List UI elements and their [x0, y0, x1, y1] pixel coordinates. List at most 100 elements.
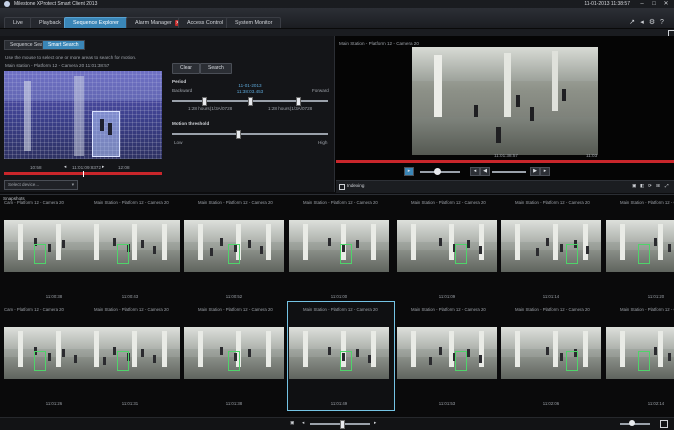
thumb-pillar — [162, 331, 167, 367]
play-forward-button[interactable]: ▶ — [530, 167, 540, 176]
thumb-person — [368, 355, 371, 363]
arrow-icon[interactable]: ↗ — [628, 19, 636, 27]
step-forward-button[interactable]: ▸ — [540, 167, 550, 176]
tab-access-control[interactable]: Access Control — [178, 17, 233, 28]
bottom-next-icon[interactable]: ▸ — [374, 420, 376, 426]
subtab-smart-search[interactable]: Smart Search — [42, 40, 85, 50]
motion-threshold-slider[interactable] — [172, 133, 328, 135]
left-timeline-cursor[interactable] — [83, 171, 84, 177]
period-center-handle[interactable] — [248, 97, 253, 106]
thumb-person — [668, 244, 671, 252]
zoom-slider[interactable] — [620, 423, 650, 425]
help-icon[interactable]: ? — [658, 19, 666, 27]
select-device-dropdown[interactable]: Select device... ▾ — [4, 180, 78, 190]
snapshot-thumbnail[interactable] — [606, 327, 674, 379]
snapshot-time: 11:01:53 — [438, 401, 456, 406]
speed-handle[interactable] — [434, 168, 441, 175]
snapshot-time: 11:00:52 — [225, 294, 243, 299]
video-person — [516, 95, 520, 107]
motion-box — [638, 351, 650, 371]
snapshot-thumbnail[interactable] — [606, 220, 674, 272]
thumb-person — [248, 240, 251, 248]
settings-icon[interactable]: ⚙ — [648, 19, 656, 27]
snapshot-thumbnail[interactable] — [80, 220, 180, 272]
play-back-button[interactable]: ◀ — [480, 167, 490, 176]
snapshot-camera-label: Main Station - Platform 12 - Camera 20 — [303, 307, 378, 312]
motion-box — [455, 351, 467, 371]
motion-box — [638, 244, 650, 264]
snapshot-thumbnail[interactable] — [501, 327, 601, 379]
snapshot-thumbnail[interactable] — [501, 220, 601, 272]
grid-view-icon[interactable] — [660, 420, 668, 428]
snapshot-thumbnail[interactable] — [184, 327, 284, 379]
tab-sequence-explorer[interactable]: Sequence Explorer — [64, 17, 128, 28]
bottom-snapshot-icon[interactable]: ▣ — [290, 420, 294, 426]
zoom-handle[interactable] — [629, 420, 635, 426]
play-mode-button[interactable]: ▸ — [404, 167, 414, 176]
nav-prev-button[interactable]: ◂ — [64, 164, 66, 170]
snapshot-thumbnail[interactable] — [184, 220, 284, 272]
thumb-pillar — [583, 224, 588, 260]
snapshot-thumbnail[interactable] — [289, 220, 389, 272]
clock: 11-01-2013 11:38:57 — [584, 1, 630, 7]
thumb-pillar — [18, 331, 23, 367]
thumb-person — [546, 238, 549, 246]
video-person — [496, 127, 501, 143]
nav-next-button[interactable]: ▸ — [102, 164, 104, 170]
thumb-person — [536, 248, 539, 256]
layout-icon[interactable]: ⊞ — [656, 183, 660, 189]
tab-live[interactable]: Live — [4, 17, 32, 28]
title-bar: Milestone XProtect Smart Client 2013 11-… — [0, 0, 674, 8]
fullscreen-icon[interactable]: ⤢ — [665, 183, 669, 188]
thumb-pillar — [162, 224, 167, 260]
video-person — [474, 105, 478, 117]
thumb-pillar — [449, 331, 454, 367]
nav-current-time: 11:01:09:8372 — [72, 165, 102, 170]
snapshot-thumbnail[interactable] — [397, 327, 497, 379]
snapshot-thumbnail[interactable] — [80, 327, 180, 379]
step-back-button[interactable]: ◂ — [470, 167, 480, 176]
thumb-person — [356, 240, 359, 248]
motion-preview[interactable] — [4, 71, 162, 159]
indexing-checkbox[interactable] — [339, 184, 345, 190]
thumb-pillar — [303, 224, 308, 260]
thumb-pillar — [266, 224, 271, 260]
snapshot-time: 11:02:14 — [647, 401, 665, 406]
motion-box — [117, 244, 129, 264]
snapshot-camera-label: Main Station - Platform 12 - Camera 20 — [620, 200, 674, 205]
bottom-prev-icon[interactable]: ◂ — [302, 420, 304, 426]
maximize-button[interactable]: □ — [648, 0, 660, 8]
search-button[interactable]: Search — [200, 63, 232, 74]
snapshot-thumbnail[interactable] — [397, 220, 497, 272]
close-button[interactable]: ✕ — [660, 0, 672, 8]
thumb-person — [467, 240, 470, 248]
tab-label: System Monitor — [235, 20, 273, 26]
back-icon[interactable]: ◂ — [638, 19, 646, 27]
tab-system-monitor[interactable]: System Monitor — [226, 17, 282, 28]
thumb-pillar — [56, 331, 61, 367]
backward-label: Backward — [172, 88, 193, 93]
export-icon[interactable]: ◧ — [640, 183, 644, 189]
bottom-timeline-handle[interactable] — [340, 420, 345, 429]
video-timeline[interactable] — [336, 160, 674, 163]
refresh-icon[interactable]: ⟳ — [648, 183, 652, 189]
motion-threshold-handle[interactable] — [235, 130, 241, 139]
thumb-person — [328, 347, 331, 355]
tab-label: Live — [13, 20, 23, 26]
snapshot-thumbnail[interactable] — [289, 327, 389, 379]
period-end-handle[interactable] — [296, 97, 301, 106]
preview-pillar — [24, 81, 31, 151]
scrub-slider[interactable] — [492, 171, 526, 173]
snapshot-icon[interactable]: ▣ — [632, 183, 636, 189]
selected-motion-region[interactable] — [92, 111, 120, 157]
thumb-wall — [606, 327, 674, 349]
thumb-pillar — [94, 224, 99, 260]
thumb-pillar — [132, 331, 137, 367]
video-frame[interactable] — [412, 47, 598, 155]
thumb-person — [479, 246, 482, 254]
motion-box — [228, 351, 240, 371]
toolbar-strip — [0, 29, 674, 36]
clear-button[interactable]: Clear — [172, 63, 200, 74]
period-start-handle[interactable] — [202, 97, 207, 106]
minimize-button[interactable]: – — [636, 0, 648, 8]
